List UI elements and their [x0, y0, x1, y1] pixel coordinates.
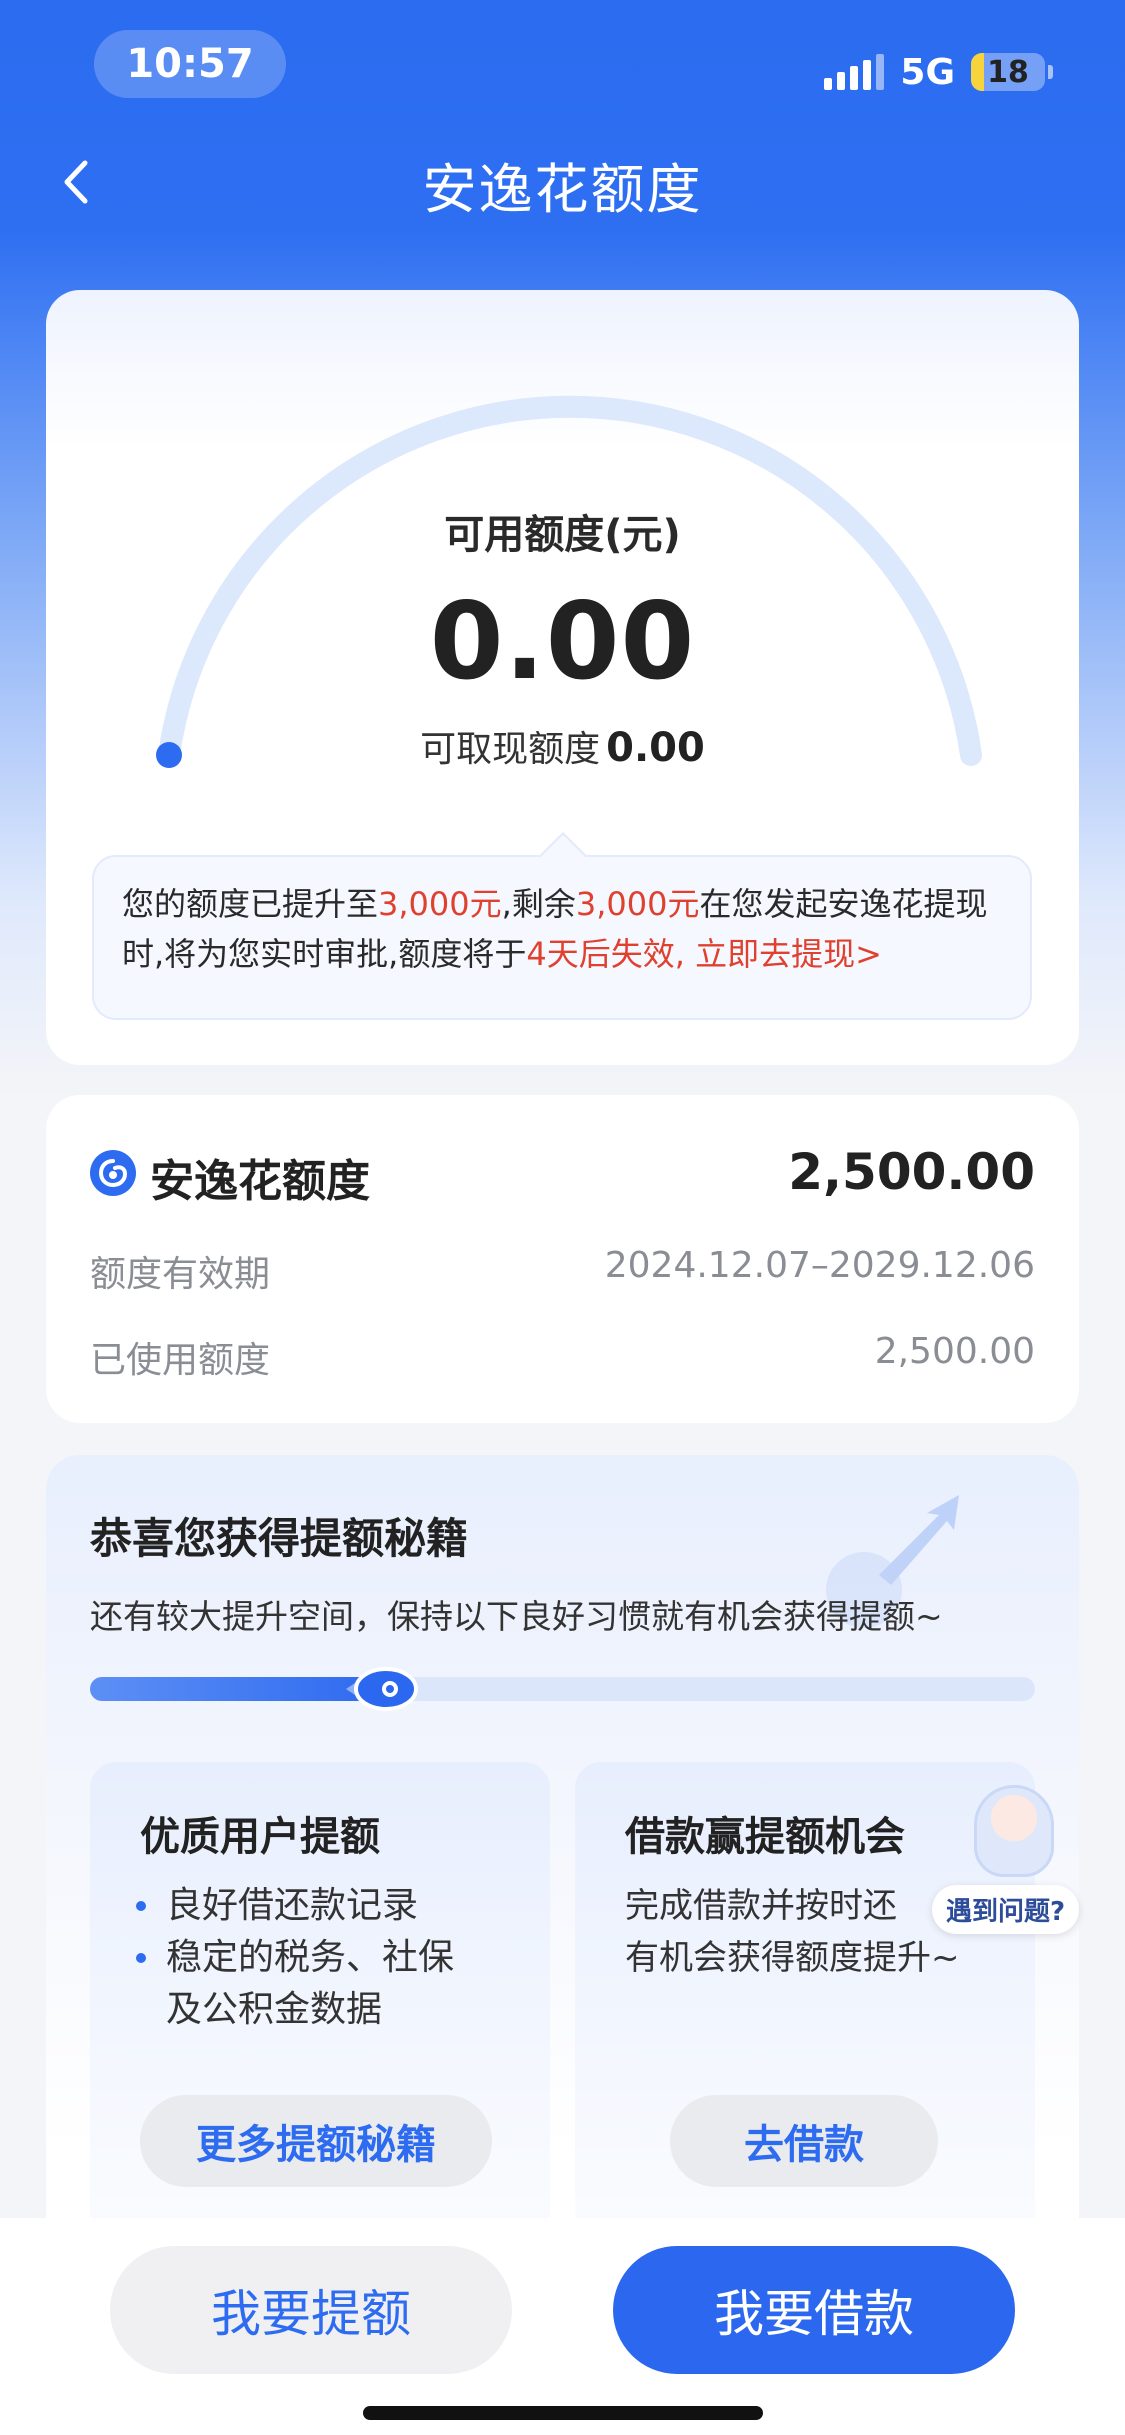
- go-borrow-button[interactable]: 去借款: [670, 2095, 938, 2187]
- borrow-chance-text: 完成借款并按时还 有机会获得额度提升~: [625, 1880, 965, 1984]
- quality-user-list: 良好借还款记录 稳定的税务、社保 及公积金数据: [136, 1880, 454, 2036]
- help-label: 遇到问题?: [932, 1885, 1080, 1934]
- raise-quota-button[interactable]: 我要提额: [110, 2246, 512, 2374]
- signal-icon: [824, 54, 885, 90]
- anyihua-logo-icon: [90, 1150, 136, 1196]
- list-item: 及公积金数据: [166, 1989, 383, 2030]
- quota-progress-track: [90, 1677, 1035, 1701]
- credit-line-title: 安逸花额度: [150, 1156, 370, 1207]
- available-quota-label: 可用额度(元): [444, 512, 681, 558]
- assistant-avatar-icon: [974, 1785, 1054, 1877]
- help-assistant[interactable]: 遇到问题?: [932, 1785, 1092, 1935]
- battery-tip: [1048, 65, 1053, 79]
- home-indicator: [363, 2406, 763, 2420]
- borrow-chance-text-line: 有机会获得额度提升~: [625, 1938, 960, 1978]
- quota-notice: 您的额度已提升至3,000元,剩余3,000元在您发起安逸花提现时,将为您实时审…: [92, 831, 1032, 1020]
- borrow-chance-text-line: 完成借款并按时还: [625, 1886, 897, 1926]
- credit-line-amount: 2,500.00: [788, 1143, 1035, 1201]
- cash-quota: 可取现额度 0.00: [46, 720, 1079, 772]
- battery-level: 18: [987, 54, 1029, 90]
- notice-expiry: 4天后失效,: [526, 935, 685, 973]
- notice-pointer: [538, 831, 588, 881]
- available-quota-value: 0.00: [429, 580, 696, 703]
- network-label: 5G: [900, 51, 955, 93]
- validity-value: 2024.12.07–2029.12.06: [604, 1245, 1035, 1286]
- bottom-action-bar: 我要提额 我要借款: [0, 2218, 1125, 2435]
- used-quota-value: 2,500.00: [874, 1331, 1035, 1372]
- validity-label: 额度有效期: [90, 1254, 271, 1295]
- tips-title: 恭喜您获得提额秘籍: [90, 1514, 469, 1563]
- notice-remaining-amount: 3,000元: [575, 885, 700, 923]
- more-tips-button[interactable]: 更多提额秘籍: [140, 2095, 492, 2187]
- borrow-button[interactable]: 我要借款: [613, 2246, 1015, 2374]
- status-bar-right: 5G 18: [824, 48, 1053, 96]
- list-item: 稳定的税务、社保: [136, 1932, 454, 1984]
- borrow-chance-title: 借款赢提额机会: [625, 1814, 905, 1860]
- notice-text: 您的额度已提升至: [122, 885, 379, 923]
- tips-subtitle: 还有较大提升空间，保持以下良好习惯就有机会获得提额~: [90, 1597, 943, 1636]
- list-item: 良好借还款记录: [136, 1880, 454, 1932]
- notice-text: ,剩余: [501, 885, 576, 923]
- status-time: 10:57: [94, 30, 286, 98]
- available-quota-card: 可用额度(元) 0.00 可取现额度 0.00 您的额度已提升至3,000元,剩余…: [46, 290, 1079, 1065]
- credit-line-card[interactable]: 安逸花额度 2,500.00 额度有效期 2024.12.07–2029.12.…: [46, 1095, 1079, 1423]
- cash-quota-label: 可取现额度: [420, 729, 601, 770]
- battery-icon: 18: [971, 53, 1045, 91]
- notice-amount: 3,000元: [378, 885, 502, 923]
- used-quota-label: 已使用额度: [90, 1340, 271, 1381]
- rocket-icon: [345, 1667, 418, 1711]
- withdraw-now-link[interactable]: 立即去提现>: [695, 935, 882, 973]
- page-title: 安逸花额度: [422, 158, 703, 221]
- quality-user-title: 优质用户提额: [140, 1814, 380, 1860]
- cash-quota-value: 0.00: [606, 725, 705, 771]
